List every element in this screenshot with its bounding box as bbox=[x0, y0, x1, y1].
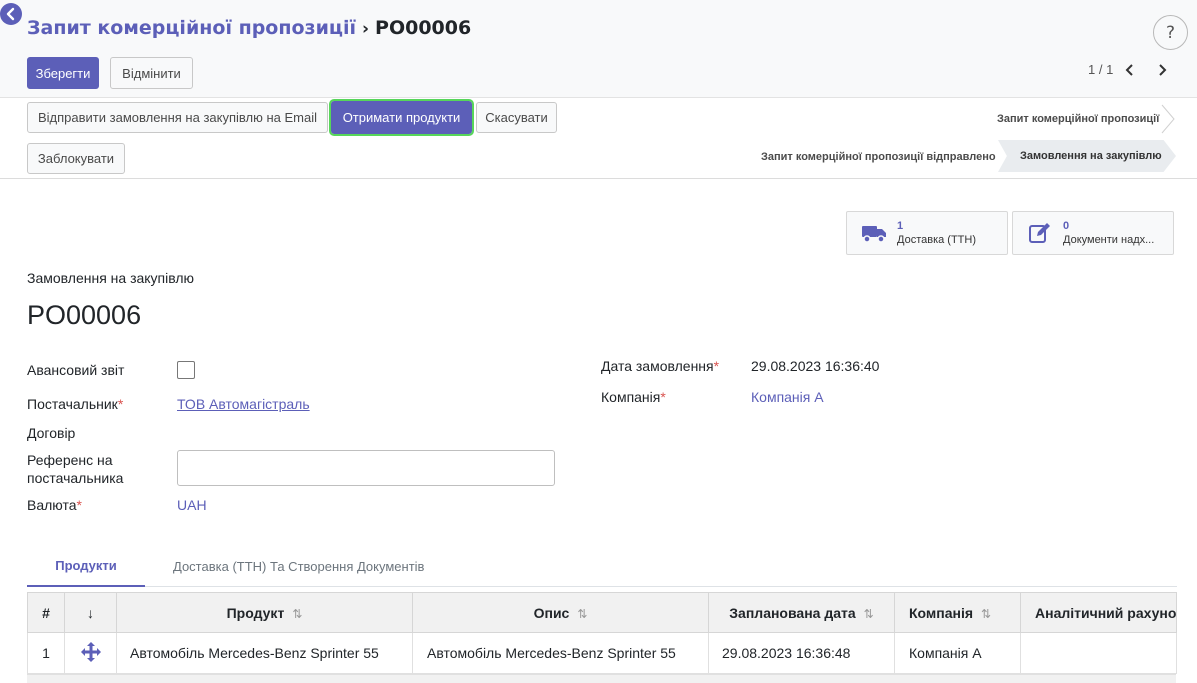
drag-handle-icon[interactable] bbox=[64, 632, 117, 674]
order-lines-table: # ↓ Продукт ⇅ Опис ⇅ Запланована дата ⇅ Ком… bbox=[27, 592, 1177, 674]
contract-label: Договір bbox=[27, 425, 76, 441]
notebook-tabs: Продукти Доставка (ТТН) Та Створення Док… bbox=[27, 546, 1177, 587]
edit-document-icon bbox=[1025, 222, 1055, 244]
documents-smart-text: 0 Документи надх... bbox=[1063, 219, 1167, 247]
order-date-label-text: Дата замовлення bbox=[601, 358, 714, 374]
statusbar-header: Відправити замовлення на закупівлю на Em… bbox=[0, 98, 1197, 179]
save-button[interactable]: Зберегти bbox=[27, 57, 99, 89]
record-name: PO00006 bbox=[27, 300, 142, 330]
stage-rfq-label: Запит комерційної пропозиції bbox=[997, 113, 1160, 125]
column-header-planned-date[interactable]: Запланована дата ⇅ bbox=[708, 592, 895, 633]
column-header-analytic-account[interactable]: Аналітичний рахунок bbox=[1020, 592, 1177, 633]
cell-analytic-account[interactable] bbox=[1020, 632, 1177, 674]
table-footer bbox=[27, 674, 1176, 683]
currency-label: Валюта* bbox=[27, 497, 82, 513]
pager: 1 / 1 bbox=[1088, 62, 1171, 77]
vendor-value-link[interactable]: ТОВ Автомагістраль bbox=[177, 396, 310, 412]
documents-label: Документи надх... bbox=[1063, 234, 1155, 246]
cell-company[interactable]: Компанія А bbox=[894, 632, 1021, 674]
stage-rfq-sent-label: Запит комерційної пропозиції відправлено bbox=[761, 151, 996, 163]
breadcrumb-current: PO00006 bbox=[375, 17, 472, 39]
breadcrumb-separator-icon: › bbox=[362, 19, 370, 39]
receive-products-button[interactable]: Отримати продукти bbox=[329, 99, 474, 136]
table-header-row: # ↓ Продукт ⇅ Опис ⇅ Запланована дата ⇅ Ком… bbox=[27, 592, 1177, 633]
delivery-smart-text: 1 Доставка (ТТН) bbox=[897, 219, 976, 247]
control-panel: Запит комерційної пропозиції › PO00006 ? З… bbox=[0, 0, 1197, 98]
lock-button[interactable]: Заблокувати bbox=[27, 143, 125, 174]
vendor-label: Постачальник* bbox=[27, 396, 123, 412]
required-mark: * bbox=[117, 396, 124, 412]
delivery-smart-button[interactable]: 1 Доставка (ТТН) bbox=[846, 211, 1008, 255]
delivery-label: Доставка (ТТН) bbox=[897, 234, 977, 246]
vendor-reference-input[interactable] bbox=[177, 450, 555, 486]
order-date-label: Дата замовлення* bbox=[601, 358, 719, 374]
required-mark: * bbox=[660, 389, 666, 405]
stage-rfq-sent[interactable]: Запит комерційної пропозиції відправлено bbox=[761, 144, 996, 170]
truck-icon bbox=[859, 223, 889, 243]
vendor-label-text: Постачальник bbox=[27, 396, 118, 412]
sort-icon: ⇅ bbox=[981, 606, 992, 621]
pager-previous-icon[interactable] bbox=[1121, 63, 1139, 76]
cancel-order-button[interactable]: Скасувати bbox=[476, 102, 557, 133]
cell-product[interactable]: Автомобіль Mercedes-Benz Sprinter 55 bbox=[116, 632, 413, 674]
table-row[interactable]: 1 Автомобіль Mercedes-Benz Sprinter 55 А… bbox=[27, 632, 1177, 674]
cell-description[interactable]: Автомобіль Mercedes-Benz Sprinter 55 bbox=[412, 632, 709, 674]
sort-icon: ⇅ bbox=[863, 606, 874, 621]
column-header-company[interactable]: Компанія ⇅ bbox=[894, 592, 1021, 633]
delivery-count: 1 bbox=[897, 220, 904, 232]
documents-smart-button[interactable]: 0 Документи надх... bbox=[1012, 211, 1174, 255]
sort-icon: ⇅ bbox=[292, 606, 303, 621]
column-header-number: # bbox=[27, 592, 65, 633]
pager-value[interactable]: 1 / 1 bbox=[1088, 62, 1113, 77]
back-arrow-icon[interactable] bbox=[0, 3, 22, 25]
required-mark: * bbox=[76, 497, 82, 513]
tab-products[interactable]: Продукти bbox=[27, 546, 145, 587]
advance-report-checkbox[interactable] bbox=[177, 361, 195, 379]
breadcrumb-parent-link[interactable]: Запит комерційної пропозиції bbox=[27, 17, 356, 39]
send-po-email-button[interactable]: Відправити замовлення на закупівлю на Em… bbox=[27, 102, 328, 133]
stage-separator-icon bbox=[1161, 104, 1175, 134]
column-header-product-label: Продукт bbox=[226, 604, 285, 621]
help-button[interactable]: ? bbox=[1153, 15, 1188, 50]
record-type-label: Замовлення на закупівлю bbox=[27, 270, 195, 286]
discard-button[interactable]: Відмінити bbox=[110, 57, 193, 89]
required-mark: * bbox=[713, 358, 720, 374]
stage-purchase-order-label: Замовлення на закупівлю bbox=[1020, 150, 1162, 162]
column-header-product[interactable]: Продукт ⇅ bbox=[116, 592, 413, 633]
company-value-link[interactable]: Компанія А bbox=[751, 389, 824, 405]
company-label: Компанія* bbox=[601, 389, 666, 405]
tab-delivery-documents[interactable]: Доставка (ТТН) Та Створення Документів bbox=[173, 546, 424, 587]
column-header-description[interactable]: Опис ⇅ bbox=[412, 592, 709, 633]
column-header-planned-date-label: Запланована дата bbox=[729, 604, 856, 621]
column-header-company-label: Компанія bbox=[909, 604, 974, 621]
stage-rfq[interactable]: Запит комерційної пропозиції bbox=[997, 108, 1159, 130]
order-date-value[interactable]: 29.08.2023 16:36:40 bbox=[751, 358, 879, 374]
advance-report-label: Авансовий звіт bbox=[27, 362, 125, 378]
sort-icon: ⇅ bbox=[577, 606, 588, 621]
documents-count: 0 bbox=[1063, 220, 1070, 232]
cell-number: 1 bbox=[27, 632, 65, 674]
breadcrumb: Запит комерційної пропозиції › PO00006 bbox=[27, 17, 471, 39]
column-header-description-label: Опис bbox=[533, 604, 570, 621]
vendor-reference-label-line2: постачальника bbox=[27, 470, 124, 486]
currency-value-link[interactable]: UAH bbox=[177, 497, 207, 513]
pager-next-icon[interactable] bbox=[1153, 63, 1171, 76]
stage-purchase-order: Замовлення на закупівлю bbox=[998, 140, 1176, 172]
vendor-reference-label: Референс на постачальника bbox=[27, 451, 123, 487]
company-label-text: Компанія bbox=[601, 389, 661, 405]
currency-label-text: Валюта bbox=[27, 497, 77, 513]
cell-planned-date[interactable]: 29.08.2023 16:36:48 bbox=[708, 632, 895, 674]
column-header-handle: ↓ bbox=[64, 592, 117, 633]
vendor-reference-label-line1: Референс на bbox=[27, 452, 113, 468]
